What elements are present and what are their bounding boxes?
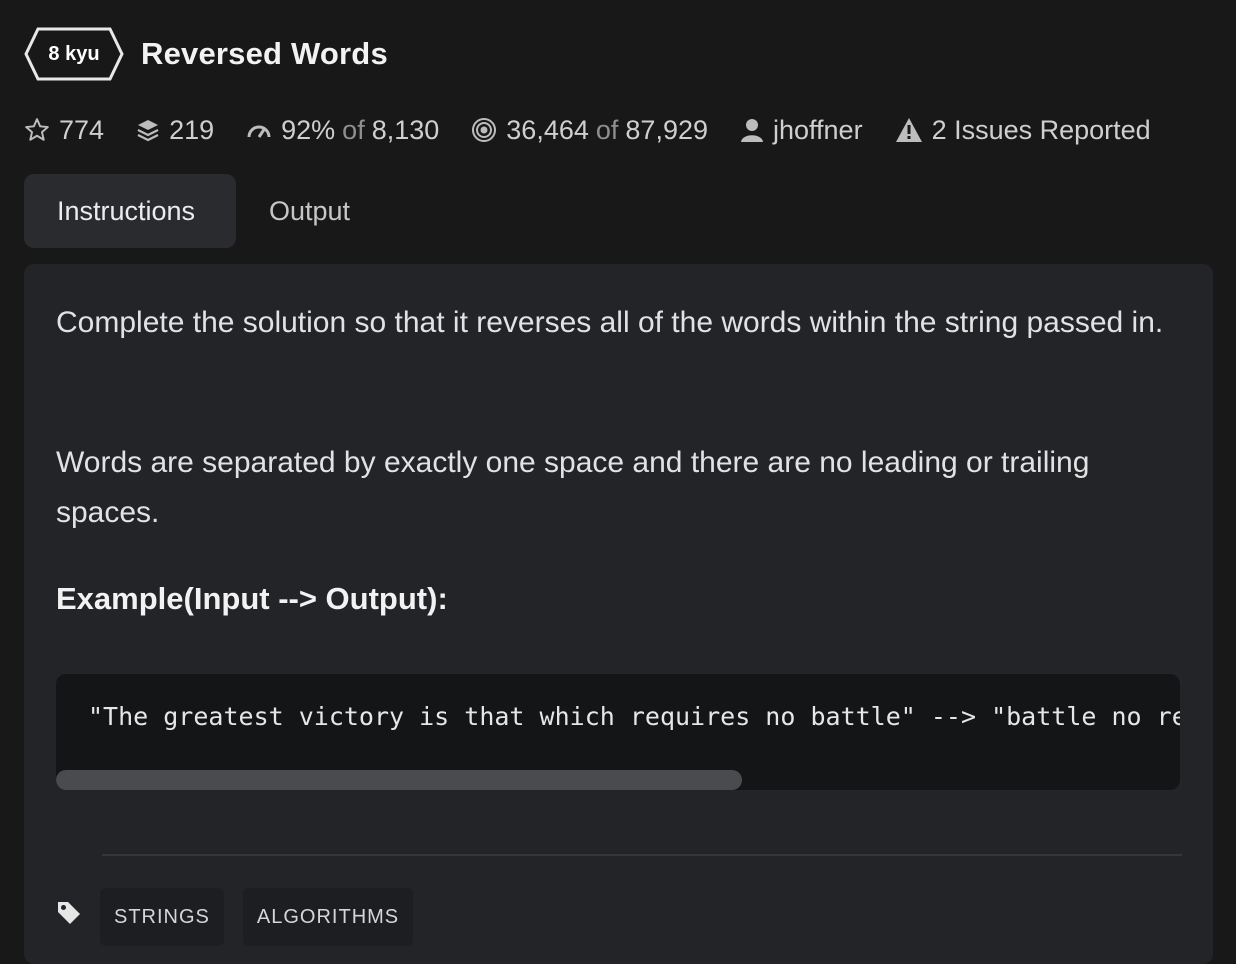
tags-divider <box>102 854 1182 856</box>
kata-header: 8 kyu Reversed Words <box>24 26 388 82</box>
tag-list: STRINGS ALGORITHMS <box>56 888 432 946</box>
collections-count: 219 <box>169 114 215 145</box>
example-heading: Example(Input --> Output): <box>56 581 448 616</box>
stars-stat[interactable]: 774 <box>24 115 104 146</box>
satisfaction-of-label: of <box>342 114 365 145</box>
rank-badge: 8 kyu <box>24 27 124 81</box>
tag-strings[interactable]: STRINGS <box>100 888 224 946</box>
rank-label: 8 kyu <box>48 42 100 65</box>
kata-stats: 774 219 92% of 8,130 36,464 of 87,929 jh… <box>24 110 1183 150</box>
tag-icon <box>56 900 82 926</box>
layers-icon <box>136 117 160 143</box>
stars-count: 774 <box>59 114 105 145</box>
tag-algorithms[interactable]: ALGORITHMS <box>242 888 414 946</box>
code-example-text: "The greatest victory is that which requ… <box>88 702 1180 731</box>
target-icon <box>471 117 497 143</box>
attempted-count: 87,929 <box>625 114 708 145</box>
satisfaction-votes: 8,130 <box>371 114 440 145</box>
satisfaction-percent: 92% <box>281 114 336 145</box>
description-tabs: Instructions Output <box>24 174 383 248</box>
tag-strings-label: STRINGS <box>114 905 210 928</box>
satisfaction-stat: 92% of 8,130 <box>246 115 439 146</box>
user-icon <box>740 117 764 143</box>
description-paragraph: Words are separated by exactly one space… <box>56 446 1090 529</box>
code-horizontal-scrollbar[interactable] <box>56 770 742 790</box>
tab-instructions-label: Instructions <box>57 195 196 226</box>
description-paragraph: Complete the solution so that it reverse… <box>56 306 1164 339</box>
author-stat[interactable]: jhoffner <box>740 115 863 146</box>
warning-icon <box>895 117 923 143</box>
kata-title: Reversed Words <box>141 36 388 71</box>
tag-algorithms-label: ALGORITHMS <box>256 905 400 928</box>
star-outline-icon <box>24 117 50 143</box>
completions-of-label: of <box>595 114 619 145</box>
issues-label: 2 Issues Reported <box>931 114 1151 145</box>
description-panel: Complete the solution so that it reverse… <box>24 264 1213 964</box>
completed-count: 36,464 <box>506 114 589 145</box>
author-name: jhoffner <box>773 114 863 145</box>
tab-instructions[interactable]: Instructions <box>24 174 236 248</box>
tab-output[interactable]: Output <box>236 174 383 248</box>
gauge-icon <box>246 120 272 140</box>
issues-stat[interactable]: 2 Issues Reported <box>895 115 1151 146</box>
collections-stat[interactable]: 219 <box>136 115 214 146</box>
code-example-block[interactable]: "The greatest victory is that which requ… <box>56 674 1180 790</box>
completions-stat: 36,464 of 87,929 <box>471 115 708 146</box>
tab-output-label: Output <box>269 195 351 226</box>
